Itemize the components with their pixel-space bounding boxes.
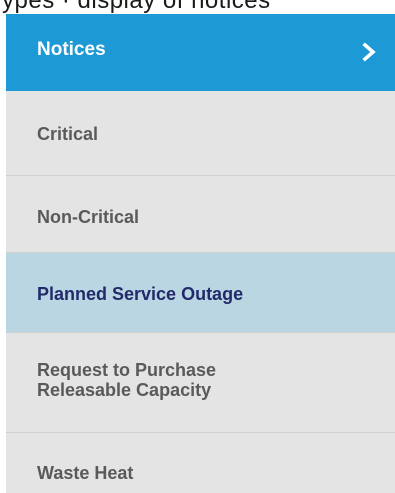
notices-side-menu: Notices Critical Non-Critical Planned Se… (6, 14, 395, 493)
menu-item-label: Critical (37, 124, 99, 144)
menu-item-label-line2: Releasable Capacity (37, 380, 212, 400)
menu-item-label-line1: Request to Purchase (37, 360, 217, 380)
menu-item-label: Non-Critical (37, 207, 140, 227)
menu-item-waste-heat[interactable]: Waste Heat (6, 433, 395, 493)
menu-item-critical[interactable]: Critical (6, 91, 395, 176)
cropped-text: ypes · display of notices (2, 0, 271, 14)
menu-item-label: Planned Service Outage (37, 284, 244, 304)
menu-header-notices[interactable]: Notices (6, 14, 395, 91)
menu-header-label: Notices (37, 39, 106, 60)
menu-item-planned-service-outage[interactable]: Planned Service Outage (6, 253, 395, 333)
chevron-right-icon (362, 42, 376, 62)
menu-item-non-critical[interactable]: Non-Critical (6, 176, 395, 253)
menu-item-label: Waste Heat (37, 463, 134, 483)
cropped-text-strip: ypes · display of notices (0, 0, 395, 14)
menu-item-request-to-purchase-releasable-capacity[interactable]: Request to Purchase Releasable Capacity (6, 333, 395, 433)
